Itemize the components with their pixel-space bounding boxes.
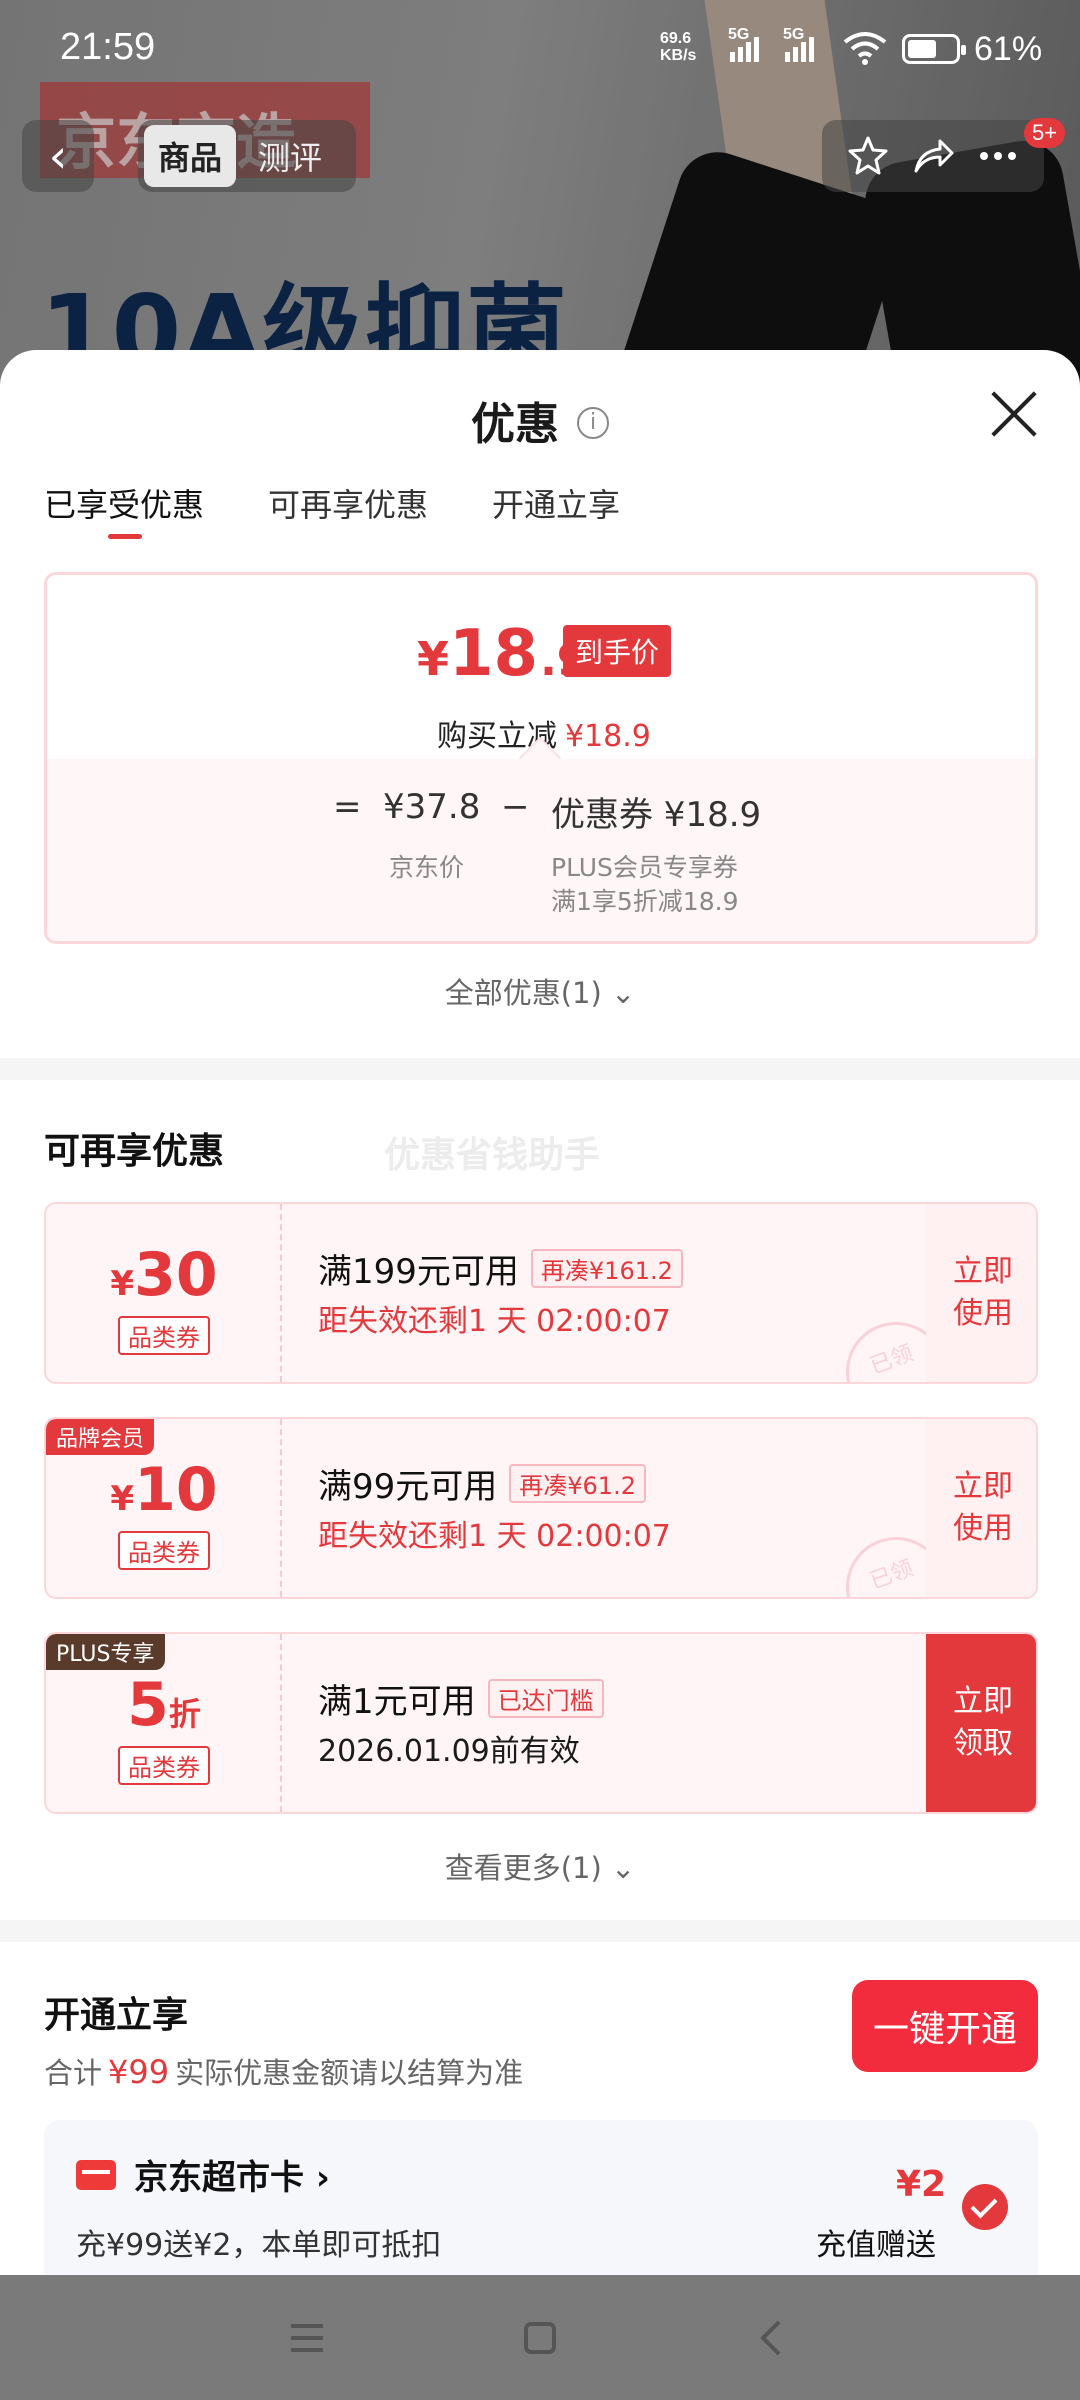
back-icon[interactable]: [749, 2314, 797, 2362]
card-note: 充值赠送: [816, 2228, 936, 2263]
battery-percent: 61%: [974, 30, 1043, 68]
coupon-amount: ¥10: [110, 1455, 218, 1525]
discount-sheet: 优惠i 已享受优惠 可再享优惠 开通立享 ¥18.9 到手价 购买立减¥18.9…: [0, 350, 1080, 2275]
net-speed: 69.6 KB/s: [660, 30, 697, 64]
brand-member-tag: 品牌会员: [46, 1419, 155, 1455]
battery-icon: [902, 34, 966, 64]
coupon-type: 品类券: [118, 1531, 210, 1570]
back-button[interactable]: ‹: [22, 120, 94, 192]
home-icon[interactable]: [516, 2314, 564, 2362]
coupon-expiry: 距失效还剩1 天 02:00:07: [318, 1304, 671, 1339]
tab-more-discounts[interactable]: 可再享优惠: [268, 480, 428, 526]
share-icon[interactable]: [910, 133, 956, 179]
system-nav-bar: [0, 2275, 1080, 2400]
chevron-down-icon: ⌄: [611, 976, 636, 1010]
section-title-open: 开通立享: [44, 1995, 189, 2036]
minus-sign: −: [501, 787, 530, 827]
coupon-chip: 已达门槛: [487, 1679, 604, 1718]
see-more-link[interactable]: 查看更多(1) ⌄: [0, 1845, 1080, 1887]
use-coupon-button[interactable]: 立即 使用: [926, 1419, 1036, 1597]
card-title: 京东超市卡 ›: [134, 2158, 330, 2198]
check-icon[interactable]: [962, 2184, 1008, 2230]
coupon-label: PLUS会员专享券: [551, 853, 738, 882]
chevron-left-icon: ‹: [48, 129, 68, 183]
final-price: ¥18.9: [417, 617, 587, 691]
final-price-tag: 到手价: [563, 625, 672, 677]
price-breakdown: = ¥37.8 − 优惠券 ¥18.9 京东价 PLUS会员专享券 满1享5折减…: [47, 759, 1035, 941]
coupon-card: ¥30 品类券 满199元可用 再凑¥161.2 距失效还剩1 天 02:00:0…: [44, 1202, 1038, 1384]
coupon-rule: 满1享5折减18.9: [551, 887, 739, 916]
signal-icon: 5G: [728, 26, 759, 62]
message-badge: 5+: [1024, 118, 1066, 148]
coupon-condition: 满99元可用 再凑¥61.2: [318, 1459, 646, 1508]
tab-product[interactable]: 商品: [144, 125, 237, 187]
coupon-type: 品类券: [118, 1316, 210, 1355]
coupon-card: 5折 品类券 PLUS专享 满1元可用 已达门槛 2026.01.09前有效 立即…: [44, 1632, 1038, 1814]
section-title-more: 可再享优惠: [44, 1131, 225, 1172]
product-nav-tabs: 商品 测评: [138, 120, 356, 192]
sheet-title: 优惠 i: [0, 388, 1080, 452]
plus-tag: PLUS专享: [46, 1634, 165, 1670]
tab-enjoyed[interactable]: 已享受优惠: [44, 480, 204, 539]
status-bar: 21:59 69.6 KB/s 5G 5G 61%: [0, 0, 1080, 100]
coupon-amount: 5折: [127, 1670, 201, 1740]
tab-open-enjoy[interactable]: 开通立享: [492, 480, 620, 526]
coupon-chip: 再凑¥61.2: [509, 1464, 646, 1503]
tab-review[interactable]: 测评: [244, 125, 336, 187]
jd-price-label: 京东价: [389, 853, 465, 882]
coupon-condition: 满199元可用 再凑¥161.2: [318, 1244, 683, 1293]
claim-coupon-button[interactable]: 立即 领取: [926, 1634, 1036, 1812]
card-icon: [76, 2160, 116, 2190]
product-actions: [822, 120, 1044, 192]
one-click-open-button[interactable]: 一键开通: [852, 1980, 1038, 2072]
coupon-expiry: 距失效还剩1 天 02:00:07: [318, 1519, 671, 1554]
jd-price: ¥37.8: [383, 787, 481, 827]
open-summary: 合计 ¥99 实际优惠金额请以结算为准: [44, 2053, 524, 2091]
menu-icon[interactable]: [283, 2314, 331, 2362]
coupon-condition: 满1元可用 已达门槛: [318, 1674, 604, 1723]
all-discounts-link[interactable]: 全部优惠(1) ⌄: [0, 970, 1080, 1012]
coupon-type: 品类券: [118, 1746, 210, 1785]
discount-tabs: 已享受优惠 可再享优惠 开通立享: [44, 480, 620, 539]
signal-icon: 5G: [783, 26, 814, 62]
coupon-chip: 再凑¥161.2: [530, 1249, 683, 1288]
coupon-value: 优惠券 ¥18.9: [551, 795, 762, 835]
use-coupon-button[interactable]: 立即 使用: [926, 1204, 1036, 1382]
coupon-card: ¥10 品类券 品牌会员 满99元可用 再凑¥61.2 距失效还剩1 天 02:0…: [44, 1417, 1038, 1599]
price-card: ¥18.9 到手价 购买立减¥18.9 = ¥37.8 − 优惠券 ¥18.9 …: [44, 572, 1038, 944]
supermarket-card-offer[interactable]: 京东超市卡 › 充¥99送¥2，本单即可抵扣 ¥2 充值赠送: [44, 2120, 1038, 2275]
info-icon[interactable]: i: [577, 407, 609, 439]
more-icon[interactable]: [975, 133, 1021, 179]
card-desc: 充¥99送¥2，本单即可抵扣: [76, 2228, 442, 2263]
chevron-down-icon: ⌄: [611, 1851, 636, 1885]
close-icon[interactable]: [990, 390, 1038, 438]
card-amount: ¥2: [896, 2164, 947, 2205]
coupon-expiry: 2026.01.09前有效: [318, 1734, 580, 1769]
star-icon[interactable]: [845, 133, 891, 179]
equals-sign: =: [333, 787, 362, 827]
watermark: 优惠省钱助手: [384, 1135, 601, 1176]
wifi-icon: [843, 32, 887, 65]
status-time: 21:59: [60, 26, 156, 68]
coupon-amount: ¥30: [110, 1240, 218, 1310]
